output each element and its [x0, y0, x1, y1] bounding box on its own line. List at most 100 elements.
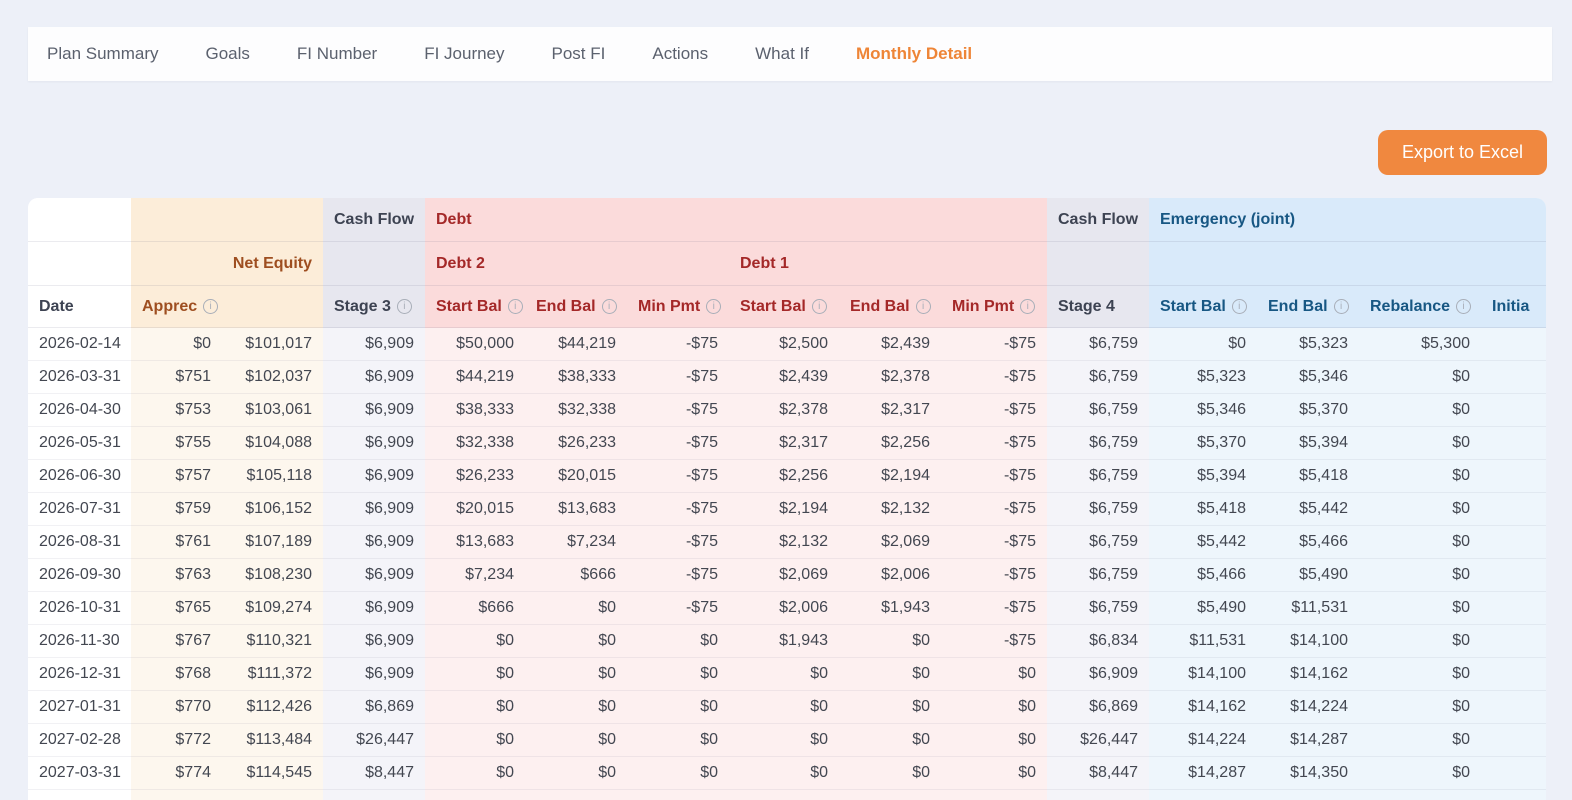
table-row: 2026-05-31$755$104,088$6,909$32,338$26,2…	[28, 427, 1546, 460]
tab-post-fi[interactable]: Post FI	[552, 44, 606, 64]
info-icon[interactable]: i	[1456, 299, 1471, 314]
value-cell: $0	[627, 691, 729, 724]
value-cell: $6,759	[1047, 427, 1149, 460]
value-cell: $2,194	[729, 493, 839, 526]
date-cell: 2026-05-31	[28, 427, 131, 460]
date-cell: 2027-02-28	[28, 724, 131, 757]
value-cell: $5,300	[1359, 328, 1481, 361]
debt1-subgroup: Debt 1	[729, 242, 1047, 286]
info-icon[interactable]: i	[706, 299, 721, 314]
value-cell: -$75	[941, 460, 1047, 493]
value-cell: $0	[525, 691, 627, 724]
value-cell	[1257, 790, 1359, 800]
value-cell: $6,909	[323, 394, 425, 427]
info-icon[interactable]: i	[397, 299, 412, 314]
info-icon[interactable]: i	[916, 299, 931, 314]
value-cell: $5,490	[1257, 559, 1359, 592]
header-spacer	[28, 242, 131, 286]
value-cell: $5,346	[1257, 361, 1359, 394]
cash-flow-group-1: Cash Flow	[323, 198, 425, 242]
info-icon[interactable]: i	[812, 299, 827, 314]
value-cell: $26,233	[425, 460, 525, 493]
value-cell: -$75	[941, 328, 1047, 361]
date-cell: 2026-08-31	[28, 526, 131, 559]
value-cell: $5,490	[1149, 592, 1257, 625]
value-cell	[1481, 592, 1546, 625]
value-cell: $114,545	[222, 757, 323, 790]
tab-fi-number[interactable]: FI Number	[297, 44, 377, 64]
value-cell: $0	[1359, 493, 1481, 526]
value-cell: $5,418	[1257, 460, 1359, 493]
value-cell: $1,943	[839, 592, 941, 625]
value-cell: $44,219	[425, 361, 525, 394]
info-icon[interactable]: i	[1020, 299, 1035, 314]
value-cell	[323, 790, 425, 800]
column-header-debt1-start-bal: Start Bali	[729, 286, 839, 328]
header-spacer	[1149, 242, 1546, 286]
table-row: 2027-02-28$772$113,484$26,447$0$0$0$0$0$…	[28, 724, 1546, 757]
column-header-stage3: Stage 3i	[323, 286, 425, 328]
value-cell: $6,909	[323, 427, 425, 460]
value-cell: -$75	[627, 592, 729, 625]
value-cell	[1481, 493, 1546, 526]
value-cell: $0	[1359, 460, 1481, 493]
value-cell: $0	[131, 328, 222, 361]
tab-plan-summary[interactable]: Plan Summary	[47, 44, 158, 64]
tab-goals[interactable]: Goals	[205, 44, 249, 64]
value-cell: $666	[425, 592, 525, 625]
tab-monthly-detail[interactable]: Monthly Detail	[856, 44, 972, 64]
tab-what-if[interactable]: What If	[755, 44, 809, 64]
value-cell: $0	[1149, 328, 1257, 361]
value-cell: $20,015	[425, 493, 525, 526]
info-icon[interactable]: i	[1232, 299, 1247, 314]
tab-fi-journey[interactable]: FI Journey	[424, 44, 504, 64]
value-cell	[1149, 790, 1257, 800]
value-cell: $103,061	[222, 394, 323, 427]
info-icon[interactable]: i	[203, 299, 218, 314]
value-cell: $1,943	[729, 625, 839, 658]
table-row: 2026-08-31$761$107,189$6,909$13,683$7,23…	[28, 526, 1546, 559]
value-cell: $5,370	[1149, 427, 1257, 460]
export-to-excel-button[interactable]: Export to Excel	[1378, 130, 1547, 175]
tab-bar: Plan Summary Goals FI Number FI Journey Post…	[28, 27, 1552, 81]
value-cell: -$75	[627, 460, 729, 493]
column-header-label: End Bal	[536, 298, 596, 315]
value-cell: $5,323	[1149, 361, 1257, 394]
value-cell: -$75	[941, 493, 1047, 526]
value-cell: $6,909	[323, 592, 425, 625]
date-cell: 2026-09-30	[28, 559, 131, 592]
info-icon[interactable]: i	[508, 299, 523, 314]
tab-actions[interactable]: Actions	[652, 44, 708, 64]
value-cell: $0	[729, 724, 839, 757]
column-header-label: End Bal	[1268, 298, 1328, 315]
value-cell: $26,233	[525, 427, 627, 460]
column-header-label: Min Pmt	[638, 298, 700, 315]
value-cell: $2,378	[729, 394, 839, 427]
value-cell: $14,287	[1257, 724, 1359, 757]
value-cell: $0	[839, 691, 941, 724]
value-cell: $26,447	[323, 724, 425, 757]
value-cell: $6,759	[1047, 394, 1149, 427]
value-cell: $6,759	[1047, 493, 1149, 526]
value-cell: $5,466	[1257, 526, 1359, 559]
debt2-subgroup: Debt 2	[425, 242, 729, 286]
info-icon[interactable]: i	[1334, 299, 1349, 314]
value-cell	[1481, 526, 1546, 559]
value-cell: $0	[425, 757, 525, 790]
info-icon[interactable]: i	[602, 299, 617, 314]
value-cell: $108,230	[222, 559, 323, 592]
date-cell: 2026-10-31	[28, 592, 131, 625]
value-cell: $0	[1359, 592, 1481, 625]
monthly-detail-table[interactable]: Cash Flow Debt Cash Flow Emergency (join…	[28, 198, 1546, 800]
value-cell	[1481, 790, 1546, 800]
value-cell: $13,683	[425, 526, 525, 559]
date-cell: 2026-02-14	[28, 328, 131, 361]
table-row: 2026-04-30$753$103,061$6,909$38,333$32,3…	[28, 394, 1546, 427]
value-cell	[1481, 361, 1546, 394]
value-cell: $770	[131, 691, 222, 724]
column-header-emergency-end-bal: End Bal i	[1257, 286, 1359, 328]
value-cell: $7,234	[425, 559, 525, 592]
value-cell: -$75	[941, 592, 1047, 625]
value-cell: $109,274	[222, 592, 323, 625]
date-cell: 2026-03-31	[28, 361, 131, 394]
